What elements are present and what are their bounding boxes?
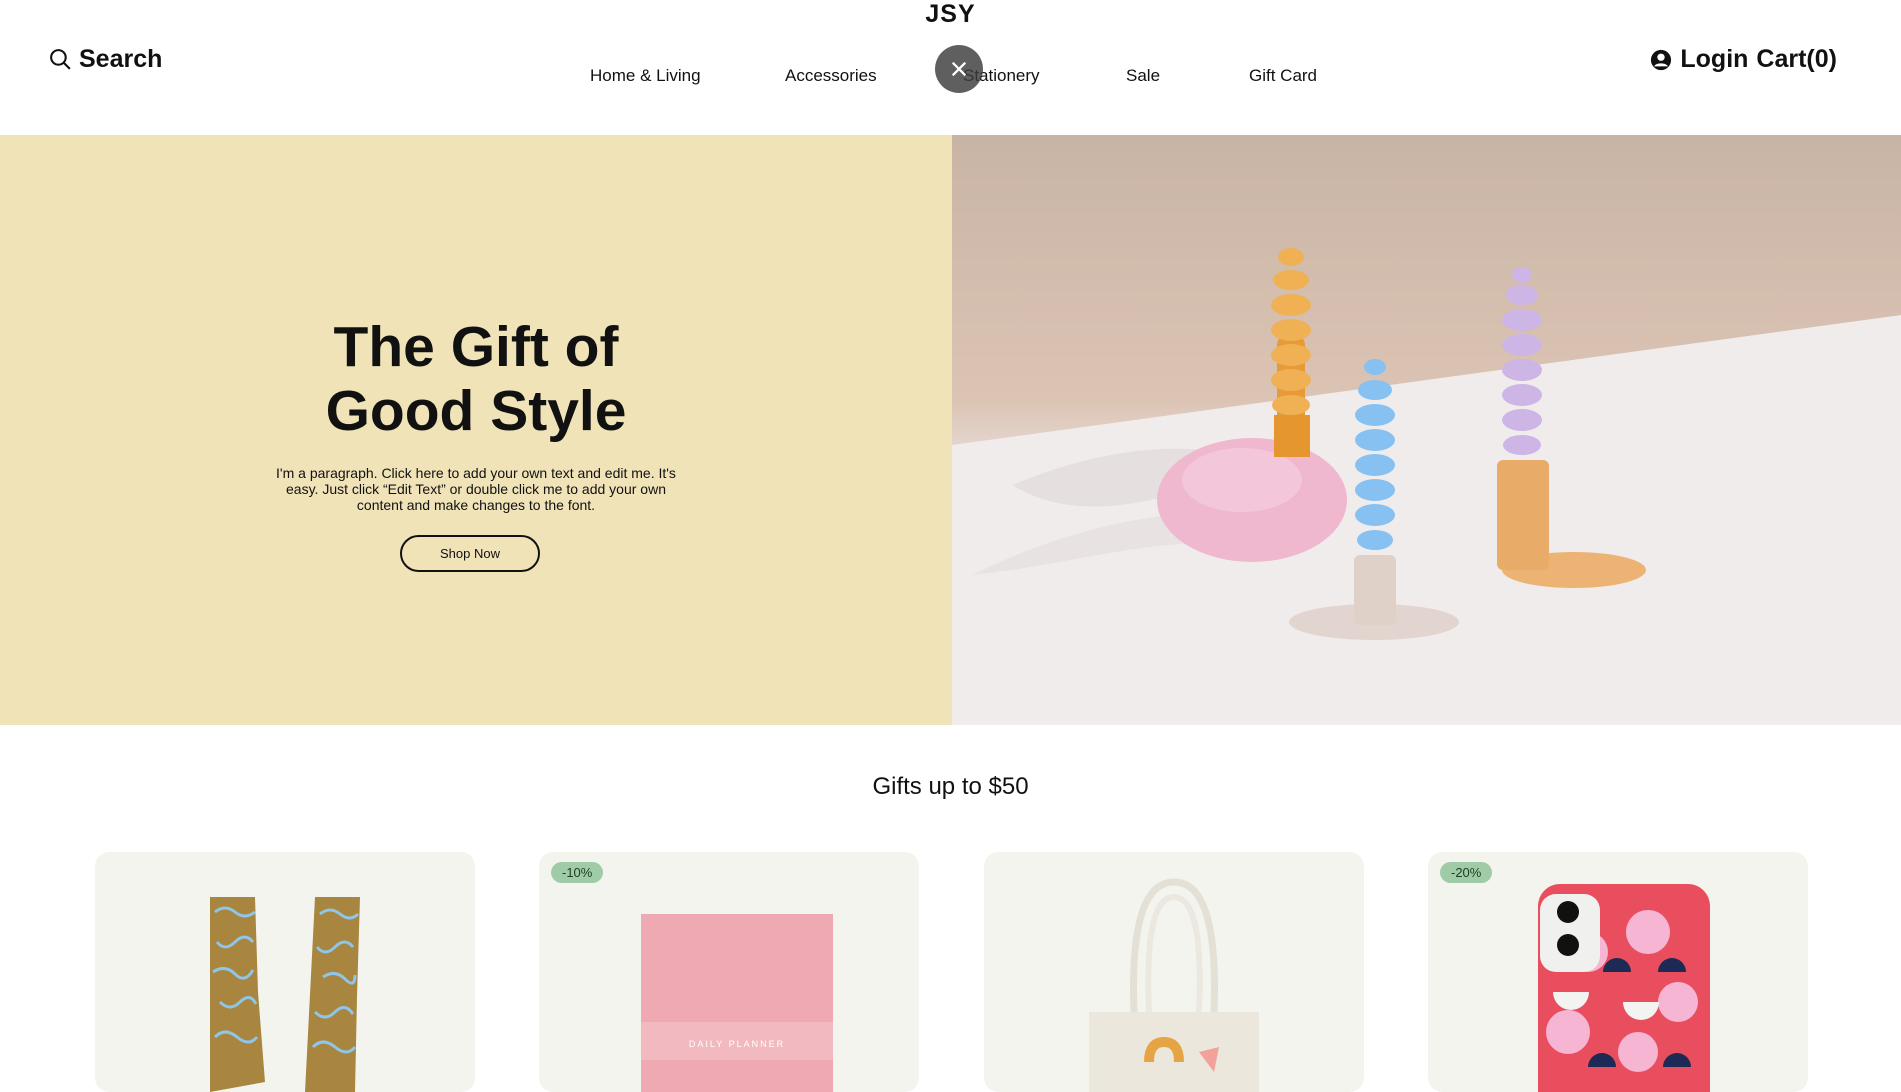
close-button[interactable] xyxy=(935,45,983,93)
hero-title-line-2: Good Style xyxy=(325,379,627,443)
nav-sale[interactable]: Sale xyxy=(1126,66,1160,86)
socks-image xyxy=(210,897,360,1092)
product-card-socks[interactable] xyxy=(95,852,475,1092)
brand-logo[interactable]: JSY xyxy=(0,0,1901,28)
phone-case-image xyxy=(1538,884,1710,1092)
nav-home-living[interactable]: Home & Living xyxy=(590,66,701,86)
hero-image xyxy=(952,135,1901,725)
hero-paragraph: I'm a paragraph. Click here to add your … xyxy=(276,465,676,513)
discount-badge: -20% xyxy=(1440,862,1493,883)
nav-accessories[interactable]: Accessories xyxy=(785,66,877,86)
account-icon[interactable] xyxy=(1650,49,1672,71)
product-card-phone-case[interactable]: -20% xyxy=(1428,852,1808,1092)
hero-text-panel: The Gift of Good Style I'm a paragraph. … xyxy=(0,135,952,725)
nav-gift-card[interactable]: Gift Card xyxy=(1249,66,1317,86)
site-header: JSY Search Home & Living Accessories Sta… xyxy=(0,0,1901,135)
discount-badge: -10% xyxy=(551,862,604,883)
close-icon xyxy=(951,61,967,77)
planner-image: DAILY PLANNER xyxy=(641,914,833,1092)
product-card-tote[interactable] xyxy=(984,852,1364,1092)
account-area: Login Cart(0) xyxy=(1650,45,1837,74)
section-title: Gifts up to $50 xyxy=(872,773,1029,800)
shop-now-button[interactable]: Shop Now xyxy=(400,535,540,572)
cart-link[interactable]: Cart(0) xyxy=(1756,45,1837,74)
hero-title: The Gift of Good Style xyxy=(0,315,952,443)
hero-banner: The Gift of Good Style I'm a paragraph. … xyxy=(0,135,1901,725)
login-link[interactable]: Login xyxy=(1680,45,1748,74)
tote-image xyxy=(1089,878,1259,1092)
product-card-planner[interactable]: DAILY PLANNER -10% xyxy=(539,852,919,1092)
hero-title-line-1: The Gift of xyxy=(333,315,619,379)
planner-cover-text: DAILY PLANNER xyxy=(689,1039,785,1049)
